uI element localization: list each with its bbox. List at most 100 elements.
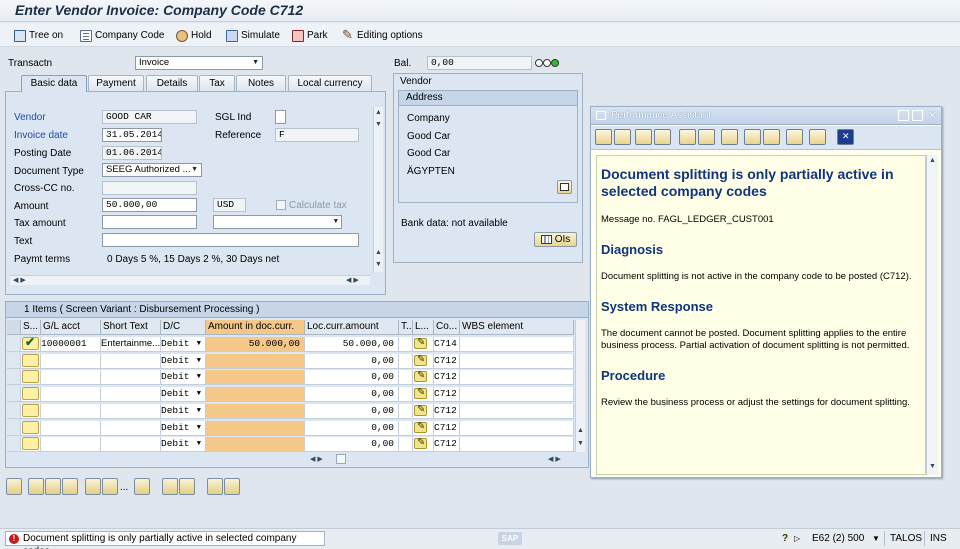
- close-icon[interactable]: ✕: [928, 108, 937, 125]
- cell-amount[interactable]: [206, 404, 305, 419]
- cell-wbs[interactable]: [460, 404, 574, 419]
- cell-dc[interactable]: Debit: [161, 437, 206, 452]
- basic-data-vscrollbar[interactable]: ▲ ▼ ▲ ▼: [373, 107, 383, 272]
- grid-select-all[interactable]: [7, 320, 21, 335]
- cell-tax[interactable]: [399, 404, 413, 419]
- hold-button[interactable]: Hold: [176, 28, 212, 43]
- col-header-gl-acct[interactable]: G/L acct: [41, 320, 101, 335]
- cell-short-text[interactable]: [101, 421, 161, 436]
- cell-co[interactable]: C712: [434, 387, 460, 402]
- pa-button-4[interactable]: [654, 129, 671, 145]
- row-selector[interactable]: [7, 404, 21, 419]
- cell-loc-amount[interactable]: 0,00: [305, 387, 399, 402]
- cell-short-text[interactable]: [101, 354, 161, 369]
- cell-gl-acct[interactable]: [41, 421, 101, 436]
- park-button[interactable]: Park: [292, 28, 328, 43]
- col-header-loc-amount[interactable]: Loc.curr.amount: [305, 320, 399, 335]
- cell-gl-acct[interactable]: [41, 437, 101, 452]
- cell-l[interactable]: [413, 354, 434, 369]
- currency-field[interactable]: USD: [213, 198, 246, 212]
- cell-co[interactable]: C712: [434, 421, 460, 436]
- cell-co[interactable]: C712: [434, 370, 460, 385]
- grid-sort-button[interactable]: [207, 478, 223, 495]
- cell-wbs[interactable]: [460, 370, 574, 385]
- col-header-amount[interactable]: Amount in doc.curr.: [206, 320, 305, 335]
- print-button[interactable]: [809, 129, 826, 145]
- pa-close-button[interactable]: ✕: [837, 129, 854, 145]
- col-header-dc[interactable]: D/C: [161, 320, 206, 335]
- cell-loc-amount[interactable]: 0,00: [305, 354, 399, 369]
- grid-hscrollbar[interactable]: ◀ ▶ ◀ ▶: [308, 454, 573, 465]
- grid-details-button[interactable]: [6, 478, 22, 495]
- cell-l[interactable]: [413, 421, 434, 436]
- tree-on-button[interactable]: Tree on: [14, 28, 63, 43]
- tab-notes[interactable]: Notes: [236, 75, 286, 91]
- cell-amount[interactable]: [206, 421, 305, 436]
- row-selector[interactable]: [7, 387, 21, 402]
- grid-split-button[interactable]: [162, 478, 178, 495]
- text-field[interactable]: [102, 233, 359, 247]
- row-selector[interactable]: [7, 421, 21, 436]
- cell-tax[interactable]: [399, 354, 413, 369]
- tab-local-currency[interactable]: Local currency: [288, 75, 372, 91]
- cell-amount[interactable]: [206, 387, 305, 402]
- row-status[interactable]: ✔: [21, 337, 41, 352]
- row-status[interactable]: [21, 404, 41, 419]
- cell-dc[interactable]: Debit: [161, 354, 206, 369]
- grid-copy-button[interactable]: [85, 478, 101, 495]
- simulate-button[interactable]: Simulate: [226, 28, 280, 43]
- reference-field[interactable]: F: [275, 128, 359, 142]
- grid-vscrollbar[interactable]: ▲ ▼: [575, 320, 585, 452]
- cell-amount[interactable]: [206, 370, 305, 385]
- cell-wbs[interactable]: [460, 337, 574, 352]
- row-status[interactable]: [21, 354, 41, 369]
- row-status[interactable]: [21, 437, 41, 452]
- sgl-ind-field[interactable]: [275, 110, 286, 124]
- cell-wbs[interactable]: [460, 387, 574, 402]
- cell-gl-acct[interactable]: [41, 370, 101, 385]
- cell-tax[interactable]: [399, 337, 413, 352]
- basic-data-hscrollbar[interactable]: ◀ ▶ ◀ ▶: [10, 275, 370, 285]
- cell-short-text[interactable]: [101, 370, 161, 385]
- tab-basic-data[interactable]: Basic data: [21, 75, 87, 92]
- help-icon[interactable]: ?: [782, 533, 788, 544]
- tab-details[interactable]: Details: [146, 75, 198, 91]
- pa-button-6[interactable]: [698, 129, 715, 145]
- transactn-select[interactable]: Invoice: [135, 56, 263, 70]
- amount-field[interactable]: 50.000,00: [102, 198, 197, 212]
- minimize-icon[interactable]: [898, 110, 909, 121]
- grid-copy-more-button[interactable]: [102, 478, 118, 495]
- grid-filter-button[interactable]: [224, 478, 240, 495]
- row-status[interactable]: [21, 387, 41, 402]
- cell-co[interactable]: C712: [434, 437, 460, 452]
- cell-gl-acct[interactable]: [41, 387, 101, 402]
- invoice-date-field[interactable]: 31.05.2014: [102, 128, 162, 142]
- grid-append-row-button[interactable]: [28, 478, 44, 495]
- forward-button[interactable]: [614, 129, 631, 145]
- cell-wbs[interactable]: [460, 437, 574, 452]
- pa-button-5[interactable]: [679, 129, 696, 145]
- maximize-icon[interactable]: [912, 110, 923, 121]
- tax-code-select[interactable]: [213, 215, 342, 229]
- cell-gl-acct[interactable]: [41, 354, 101, 369]
- col-header-short-text[interactable]: Short Text: [101, 320, 161, 335]
- back-button[interactable]: [595, 129, 612, 145]
- vendor-field[interactable]: GOOD CAR: [102, 110, 197, 124]
- cell-loc-amount[interactable]: 0,00: [305, 437, 399, 452]
- row-selector[interactable]: [7, 354, 21, 369]
- session-info[interactable]: E62 (2) 500: [812, 533, 864, 544]
- calculate-tax-checkbox[interactable]: [276, 200, 286, 210]
- cell-l[interactable]: [413, 404, 434, 419]
- cell-l[interactable]: [413, 370, 434, 385]
- tab-tax[interactable]: Tax: [199, 75, 235, 91]
- cell-short-text[interactable]: [101, 437, 161, 452]
- pa-button-10[interactable]: [786, 129, 803, 145]
- cell-tax[interactable]: [399, 437, 413, 452]
- cell-l[interactable]: [413, 437, 434, 452]
- insert-mode[interactable]: INS: [930, 533, 947, 544]
- cell-short-text[interactable]: [101, 404, 161, 419]
- cell-amount[interactable]: [206, 437, 305, 452]
- col-header-tax[interactable]: T...: [399, 320, 413, 335]
- grid-insert-row-button[interactable]: [45, 478, 61, 495]
- col-header-status[interactable]: S...: [21, 320, 41, 335]
